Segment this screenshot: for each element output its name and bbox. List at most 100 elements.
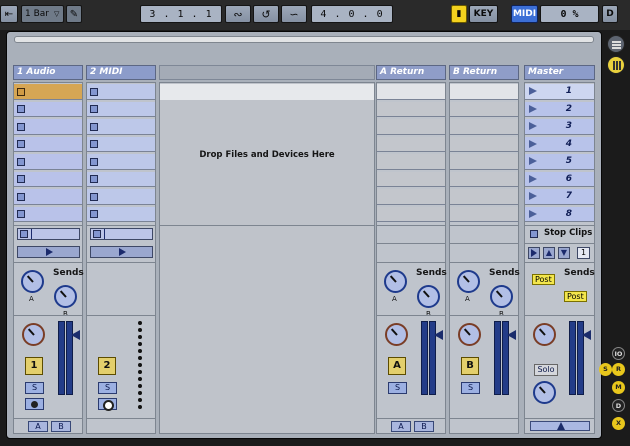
returns-toggle-button[interactable]: R [612, 363, 625, 376]
pan-knob[interactable] [458, 323, 481, 346]
scene-launch-6[interactable]: 6 [525, 171, 594, 187]
midi-map-button[interactable]: MIDI [511, 5, 538, 23]
stop-button-icon [90, 140, 98, 148]
clip-slot[interactable] [87, 171, 155, 187]
crossfade-a-button[interactable]: A [391, 421, 411, 432]
send-a-knob[interactable] [384, 270, 407, 293]
divider [377, 418, 445, 419]
clip-launch-button[interactable] [17, 246, 80, 258]
return-title-b[interactable]: B Return [449, 65, 519, 80]
solo-button[interactable]: S [388, 382, 407, 394]
solo-button[interactable]: S [461, 382, 480, 394]
clip-slot[interactable] [14, 101, 82, 117]
scene-down-button[interactable]: ▼ [558, 247, 570, 259]
delay-toggle-button[interactable]: D [612, 399, 625, 412]
clip-launch-button[interactable] [90, 246, 153, 258]
send-b-knob[interactable] [54, 285, 77, 308]
cue-volume-knob[interactable] [533, 381, 556, 404]
return-activator-b[interactable]: B [461, 357, 479, 375]
scene-launch-1[interactable]: 1 [525, 84, 594, 100]
clip-slot[interactable] [14, 154, 82, 170]
arrangement-position-field[interactable]: 3 . 1 . 1 [140, 5, 222, 23]
clip-slot[interactable] [87, 101, 155, 117]
clip-slot[interactable] [14, 206, 82, 222]
divider [450, 418, 518, 419]
solo-button[interactable]: S [25, 382, 44, 394]
crossfade-b-button[interactable]: B [51, 421, 71, 432]
clip-slot[interactable] [87, 136, 155, 152]
punch-out-button[interactable]: ∽ [281, 5, 307, 23]
pan-knob[interactable] [385, 323, 408, 346]
clip-slot[interactable] [87, 189, 155, 205]
solo-button[interactable]: S [98, 382, 117, 394]
stop-button-icon [17, 175, 25, 183]
post-send-a-toggle[interactable]: Post [532, 274, 555, 285]
crossfade-a-button[interactable]: A [28, 421, 48, 432]
divider [377, 262, 445, 263]
record-arm-button[interactable] [25, 398, 44, 410]
overview-scrollbar[interactable] [14, 36, 594, 43]
return-slot [450, 136, 518, 152]
clip-slot[interactable] [87, 119, 155, 135]
track-stop-all-row[interactable] [17, 228, 80, 240]
clip-slot[interactable] [87, 206, 155, 222]
send-b-knob[interactable] [417, 285, 440, 308]
clip-slot[interactable] [14, 119, 82, 135]
crossfade-b-button[interactable]: B [414, 421, 434, 432]
io-toggle-button[interactable]: IO [612, 347, 625, 360]
post-send-b-toggle[interactable]: Post [564, 291, 587, 302]
clip-slot[interactable] [14, 84, 82, 100]
draw-mode-button[interactable]: ✎ [66, 5, 82, 23]
clip-slot[interactable] [14, 136, 82, 152]
crossfader-toggle-button[interactable]: X [612, 417, 625, 430]
clip-slot[interactable] [14, 189, 82, 205]
send-a-knob[interactable] [457, 270, 480, 293]
scene-launch-2[interactable]: 2 [525, 101, 594, 117]
clip-slot[interactable] [87, 84, 155, 100]
pan-knob[interactable] [22, 323, 45, 346]
punch-in-button[interactable]: ∾ [225, 5, 251, 23]
loop-button[interactable]: ↺ [253, 5, 279, 23]
crossfader-handle[interactable] [557, 422, 565, 430]
volume-fader-handle[interactable] [434, 330, 443, 340]
track-title-2[interactable]: 2 MIDI [86, 65, 156, 80]
key-map-button[interactable]: KEY [469, 5, 498, 23]
track-title-1[interactable]: 1 Audio [13, 65, 83, 80]
stop-clips-button[interactable]: Stop Clips [544, 228, 592, 238]
drop-area[interactable]: Drop Files and Devices Here [159, 82, 375, 434]
mixer-toggle-button[interactable]: M [612, 381, 625, 394]
scene-count-field[interactable]: 1 [577, 247, 590, 259]
crossfader[interactable] [530, 421, 590, 431]
back-to-arrangement-button[interactable]: ⇤ [0, 5, 18, 23]
master-title[interactable]: Master [524, 65, 595, 80]
arrangement-view-button[interactable] [607, 35, 625, 53]
scene-launch-8[interactable]: 8 [525, 206, 594, 222]
quantize-menu[interactable]: 1 Bar ▽ [21, 5, 64, 23]
solo-cue-button[interactable]: Solo [534, 364, 558, 376]
volume-fader-handle[interactable] [582, 330, 591, 340]
keyboard-toggle-button[interactable]: ▮ [451, 5, 467, 23]
return-activator-a[interactable]: A [388, 357, 406, 375]
scene-launch-4[interactable]: 4 [525, 136, 594, 152]
scene-launch-3[interactable]: 3 [525, 119, 594, 135]
scene-launch-7[interactable]: 7 [525, 189, 594, 205]
volume-fader-handle[interactable] [507, 330, 516, 340]
clip-slot[interactable] [14, 171, 82, 187]
launch-scene-button[interactable] [528, 247, 540, 259]
scene-launch-5[interactable]: 5 [525, 154, 594, 170]
pan-knob[interactable] [533, 323, 556, 346]
scene-number: 1 [565, 86, 572, 96]
track-activator-1[interactable]: 1 [25, 357, 43, 375]
clip-slot[interactable] [87, 154, 155, 170]
volume-fader-handle[interactable] [71, 330, 80, 340]
sends-toggle-button[interactable]: S [599, 363, 612, 376]
return-title-a[interactable]: A Return [376, 65, 446, 80]
record-arm-button[interactable] [98, 398, 117, 411]
loop-length-field[interactable]: 4 . 0 . 0 [311, 5, 393, 23]
track-activator-2[interactable]: 2 [98, 357, 116, 375]
scene-up-button[interactable]: ▲ [543, 247, 555, 259]
send-b-knob[interactable] [490, 285, 513, 308]
session-view-button[interactable] [607, 56, 625, 74]
track-stop-all-row[interactable] [90, 228, 153, 240]
send-a-knob[interactable] [21, 270, 44, 293]
